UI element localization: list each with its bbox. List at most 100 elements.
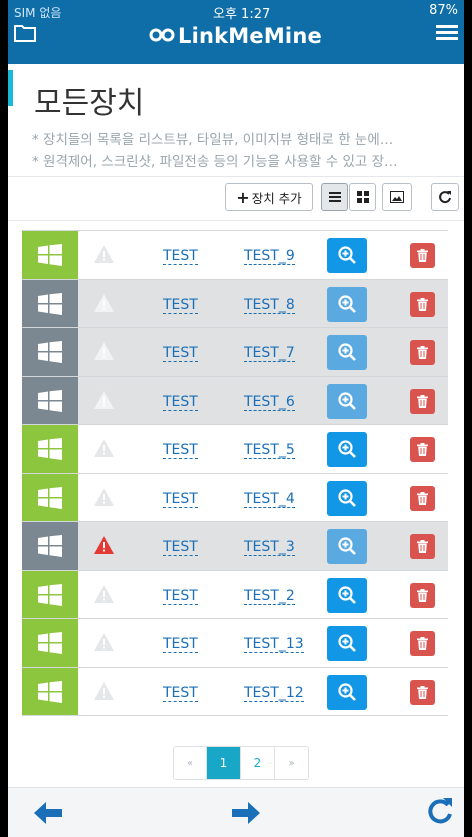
zoom-button[interactable] [327, 335, 367, 370]
refresh-button[interactable] [431, 183, 459, 211]
device-group-link[interactable]: TEST [163, 588, 198, 605]
page-title: 모든장치 [34, 86, 145, 121]
delete-button[interactable] [410, 582, 435, 608]
zoom-button[interactable] [327, 383, 367, 419]
app-header: SIM 없음 오후 1:27 87% LinkMeMine [8, 0, 464, 64]
zoom-button[interactable] [327, 674, 367, 710]
trash-icon [417, 297, 428, 311]
windows-icon [38, 244, 62, 266]
device-row: TEST TEST_4 [22, 473, 448, 522]
folder-icon[interactable] [14, 24, 36, 42]
zoom-button[interactable] [327, 432, 367, 467]
arrow-left-icon[interactable] [32, 799, 64, 827]
delete-button[interactable] [410, 679, 435, 705]
os-cell [22, 570, 78, 618]
delete-button[interactable] [410, 437, 435, 462]
device-group-link[interactable]: TEST [163, 685, 198, 702]
warning-icon [94, 536, 114, 554]
zoom-in-icon [338, 440, 356, 458]
refresh-icon [439, 191, 451, 204]
brand-name: LinkMeMine [178, 24, 322, 48]
zoom-button[interactable] [327, 238, 367, 273]
device-group-link[interactable]: TEST [163, 491, 198, 508]
warning-icon [94, 342, 114, 360]
list-view-button[interactable] [321, 183, 348, 211]
delete-button[interactable] [410, 485, 435, 511]
device-name-link[interactable]: TEST_2 [244, 588, 295, 605]
delete-button[interactable] [410, 534, 435, 559]
battery-text: 87% [429, 3, 458, 18]
trash-icon [417, 346, 428, 359]
device-list: TEST TEST_9 TEST TEST_8 TEST TEST_7 TEST… [22, 230, 448, 716]
os-cell [22, 328, 78, 376]
trash-icon [417, 685, 428, 699]
device-group-link[interactable]: TEST [163, 297, 198, 314]
menu-icon[interactable] [436, 24, 458, 42]
device-name-link[interactable]: TEST_6 [244, 394, 295, 411]
status-bar: SIM 없음 오후 1:27 87% [8, 0, 464, 22]
trash-icon [417, 491, 428, 505]
trash-icon [417, 443, 428, 456]
device-name-link[interactable]: TEST_12 [244, 685, 304, 702]
image-view-button[interactable] [382, 183, 412, 211]
tile-view-button[interactable] [349, 183, 376, 211]
delete-button[interactable] [410, 243, 435, 268]
device-row: TEST TEST_3 [22, 522, 448, 571]
pagination-prev[interactable]: « [174, 747, 207, 779]
warning-icon [94, 487, 114, 506]
zoom-button[interactable] [327, 529, 367, 564]
device-group-link[interactable]: TEST [163, 345, 198, 362]
delete-button[interactable] [410, 340, 435, 365]
add-device-button[interactable]: + 장치 추가 [225, 183, 313, 211]
device-name-link[interactable]: TEST_8 [244, 297, 295, 314]
zoom-in-icon [338, 585, 356, 604]
pagination-page-1[interactable]: 1 [207, 747, 241, 779]
device-row: TEST TEST_6 [22, 376, 448, 425]
device-group-link[interactable]: TEST [163, 636, 198, 653]
device-name-link[interactable]: TEST_5 [244, 442, 295, 459]
zoom-in-icon [338, 634, 356, 652]
device-name-link[interactable]: TEST_13 [244, 636, 304, 653]
app-brand: LinkMeMine [148, 24, 322, 48]
os-cell [22, 231, 78, 279]
device-group-link[interactable]: TEST [163, 394, 198, 411]
os-cell [22, 473, 78, 521]
zoom-in-icon [338, 343, 356, 361]
device-row: TEST TEST_8 [22, 279, 448, 328]
arrow-right-icon[interactable] [230, 799, 262, 827]
tile-view-icon [356, 191, 369, 203]
pagination-next[interactable]: » [275, 747, 308, 779]
trash-icon [417, 540, 428, 553]
image-view-icon [390, 191, 404, 203]
device-name-link[interactable]: TEST_9 [244, 248, 295, 265]
toolbar-divider [8, 220, 464, 221]
warning-icon [94, 681, 114, 700]
device-group-link[interactable]: TEST [163, 248, 198, 265]
pagination-page-2[interactable]: 2 [241, 747, 275, 779]
bottom-nav [8, 787, 464, 837]
zoom-in-icon [338, 488, 356, 507]
zoom-button[interactable] [327, 286, 367, 322]
zoom-button[interactable] [327, 480, 367, 516]
device-name-link[interactable]: TEST_7 [244, 345, 295, 362]
trash-icon [417, 637, 428, 650]
device-group-link[interactable]: TEST [163, 539, 198, 556]
windows-icon [38, 680, 62, 703]
windows-icon [38, 341, 62, 363]
device-name-link[interactable]: TEST_3 [244, 539, 295, 556]
delete-button[interactable] [410, 631, 435, 656]
device-group-link[interactable]: TEST [163, 442, 198, 459]
zoom-button[interactable] [327, 577, 367, 613]
app-frame: SIM 없음 오후 1:27 87% LinkMeMine 모든장치 * 장치들… [8, 0, 464, 837]
windows-icon [38, 389, 62, 412]
zoom-in-icon [338, 246, 356, 264]
zoom-button[interactable] [327, 626, 367, 661]
device-row: TEST TEST_5 [22, 425, 448, 474]
windows-icon [38, 486, 62, 509]
delete-button[interactable] [410, 291, 435, 317]
reload-icon[interactable] [424, 796, 456, 824]
delete-button[interactable] [410, 388, 435, 414]
zoom-in-icon [338, 537, 356, 555]
windows-icon [38, 535, 62, 557]
device-name-link[interactable]: TEST_4 [244, 491, 295, 508]
